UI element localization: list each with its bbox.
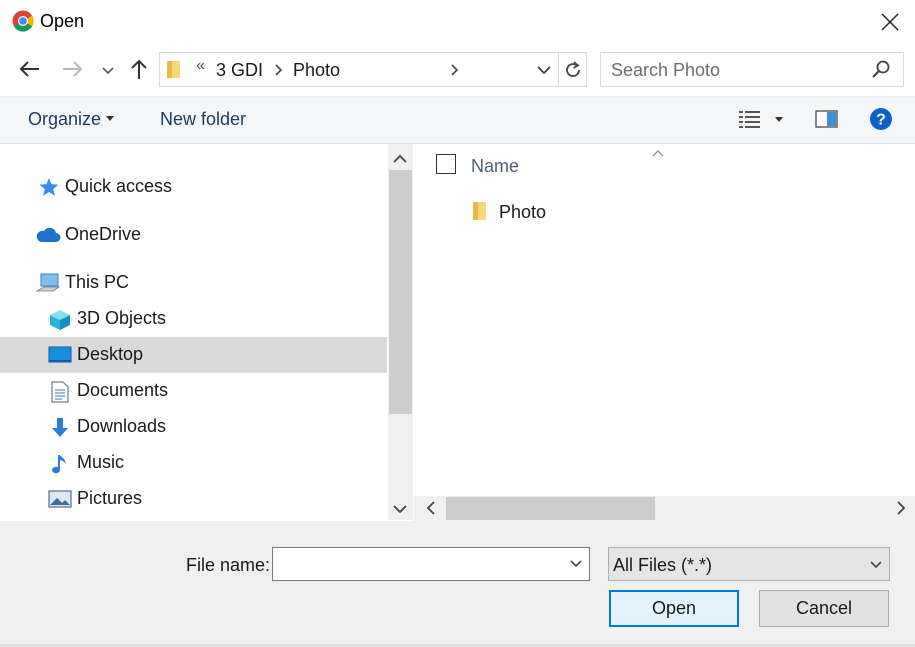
sidebar-item-label: This PC: [65, 272, 130, 292]
window-title: Open: [40, 11, 85, 31]
address-bar[interactable]: « 3 GDI Photo: [159, 52, 587, 87]
open-button[interactable]: Open: [609, 590, 739, 627]
organize-button[interactable]: Organize: [28, 109, 101, 130]
scroll-up-icon[interactable]: [392, 150, 408, 171]
chevron-right-icon[interactable]: [450, 60, 460, 85]
sidebar-item-label: OneDrive: [65, 224, 142, 244]
divider: [558, 53, 559, 86]
scrollbar-thumb[interactable]: [389, 170, 412, 414]
title-bar: [0, 0, 915, 44]
up-button[interactable]: [124, 54, 154, 84]
chevron-down-icon: [102, 67, 114, 75]
file-type-select[interactable]: All Files (*.*): [608, 547, 890, 581]
dialog-footer: [0, 521, 915, 647]
select-all-checkbox[interactable]: [436, 154, 456, 174]
sidebar-item-label: Documents: [77, 380, 169, 400]
star-icon: [38, 177, 60, 202]
arrow-up-icon: [131, 59, 147, 79]
chrome-icon: [12, 10, 34, 32]
computer-icon: [35, 273, 61, 300]
folder-icon[interactable]: [472, 200, 488, 227]
file-type-value: All Files (*.*): [613, 555, 713, 575]
refresh-button[interactable]: [560, 55, 586, 85]
chevron-down-icon[interactable]: [569, 555, 583, 578]
sidebar-item-label: Desktop: [77, 344, 144, 364]
search-icon: [871, 59, 891, 84]
svg-text:?: ?: [876, 112, 886, 129]
scroll-left-icon[interactable]: [424, 500, 438, 521]
picture-icon: [48, 490, 72, 513]
help-icon[interactable]: ?: [869, 107, 893, 136]
caret-down-icon[interactable]: [106, 116, 114, 121]
details-view-icon[interactable]: [738, 109, 762, 134]
refresh-icon: [566, 61, 580, 77]
scroll-right-icon[interactable]: [894, 500, 908, 521]
preview-pane-icon[interactable]: [815, 109, 839, 134]
sidebar-item-music[interactable]: Music: [0, 445, 387, 481]
file-name-label: File name:: [186, 555, 271, 575]
cloud-icon: [35, 227, 61, 248]
breadcrumb-segment[interactable]: Photo: [293, 60, 340, 81]
sort-ascending-icon: [652, 141, 664, 162]
sidebar-item-documents[interactable]: Documents: [0, 373, 387, 409]
search-input[interactable]: Search Photo: [600, 52, 904, 87]
chevron-down-icon: [869, 556, 883, 579]
download-icon: [50, 417, 70, 444]
close-icon: [881, 13, 899, 31]
document-icon: [50, 381, 70, 408]
sidebar-item-3d-objects[interactable]: 3D Objects: [0, 301, 387, 337]
sidebar-item-pictures[interactable]: Pictures: [0, 481, 387, 517]
caret-down-icon[interactable]: [775, 117, 783, 122]
sidebar-item-label: 3D Objects: [77, 308, 167, 328]
arrow-left-icon: [19, 61, 39, 77]
navigation-pane: Quick access OneDrive This PC 3D Objects: [0, 144, 388, 520]
scroll-down-icon[interactable]: [392, 500, 408, 521]
desktop-icon: [48, 346, 72, 369]
cube-icon: [48, 309, 72, 336]
close-button[interactable]: [870, 6, 910, 38]
recent-locations-button[interactable]: [96, 56, 120, 86]
arrow-right-icon: [63, 61, 83, 77]
column-header-name[interactable]: Name: [471, 156, 519, 177]
music-icon: [50, 453, 70, 480]
sidebar-item-this-pc[interactable]: This PC: [0, 265, 387, 301]
chevron-down-icon[interactable]: [536, 60, 552, 85]
sidebar-item-desktop[interactable]: Desktop: [0, 337, 387, 373]
sidebar-item-onedrive[interactable]: OneDrive: [0, 217, 387, 253]
search-placeholder: Search Photo: [611, 60, 721, 80]
sidebar-item-downloads[interactable]: Downloads: [0, 409, 387, 445]
file-list: [414, 144, 915, 496]
breadcrumb-segment[interactable]: 3 GDI: [216, 60, 263, 81]
sidebar-item-label: Music: [77, 452, 125, 472]
new-folder-button[interactable]: New folder: [160, 109, 246, 130]
folder-icon: [166, 59, 182, 84]
forward-button[interactable]: [58, 54, 88, 84]
sidebar-item-label: Quick access: [65, 176, 173, 196]
sidebar-item-quick-access[interactable]: Quick access: [0, 169, 387, 205]
chevron-right-icon[interactable]: [274, 60, 284, 85]
file-row-name[interactable]: Photo: [499, 202, 546, 223]
back-button[interactable]: [14, 54, 44, 84]
sidebar-item-label: Pictures: [77, 488, 143, 508]
sidebar-item-label: Downloads: [77, 416, 167, 436]
scrollbar-thumb[interactable]: [446, 497, 655, 520]
toolbar: Organize New folder: [0, 96, 915, 144]
cancel-button[interactable]: Cancel: [759, 590, 889, 627]
address-overflow[interactable]: «: [196, 57, 205, 75]
file-name-input[interactable]: [272, 547, 590, 581]
